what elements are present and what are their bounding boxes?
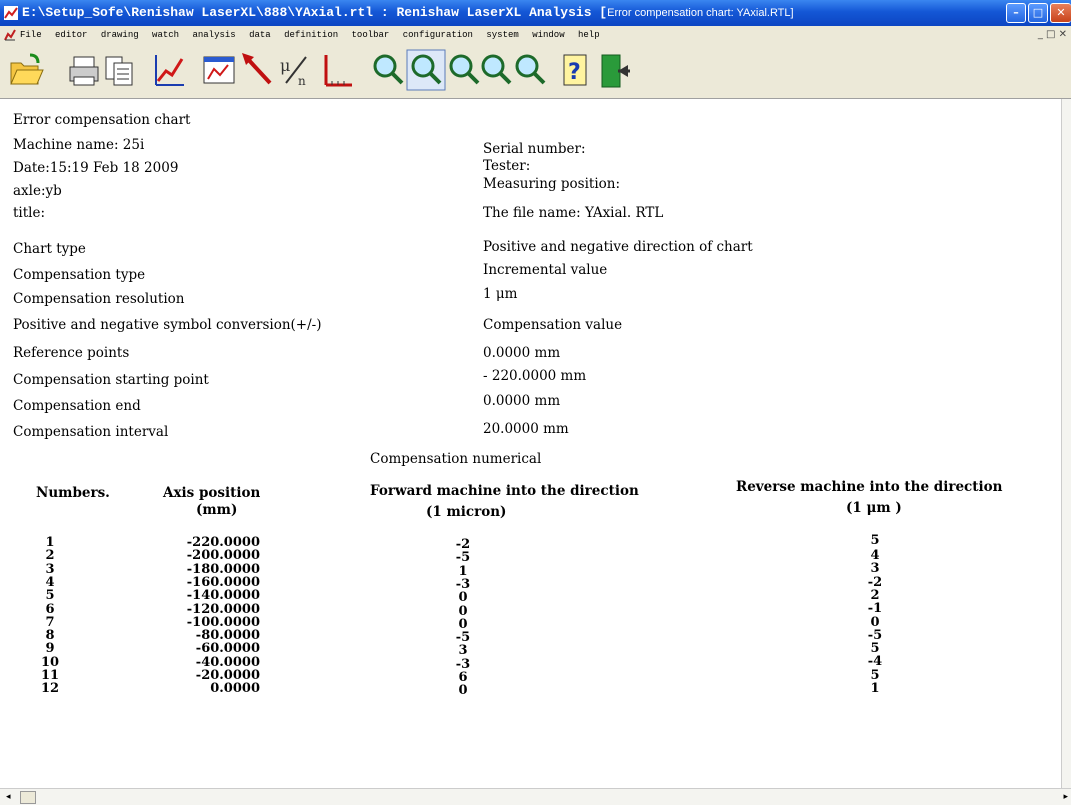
menu-system[interactable]: system — [486, 30, 518, 40]
scroll-thumb[interactable] — [20, 791, 36, 804]
setting-label: Compensation resolution — [13, 291, 185, 307]
maximize-button[interactable]: □ — [1028, 3, 1048, 23]
row-axis-position: 0.0000 — [210, 681, 260, 697]
col-header-axis: Axis position — [163, 485, 261, 501]
axis-ruler-icon[interactable] — [318, 49, 358, 93]
zoom-x1-icon[interactable] — [368, 49, 408, 93]
mu-symbol-icon[interactable]: μn — [276, 49, 316, 93]
menu-data[interactable]: data — [249, 30, 271, 40]
menu-help[interactable]: help — [578, 30, 600, 40]
row-number: 12 — [40, 681, 60, 697]
toolbar: μn ? — [0, 44, 1071, 99]
row-reverse-leading-value: 5 — [870, 533, 880, 548]
svg-text:n: n — [298, 74, 306, 88]
minimize-button[interactable]: – — [1006, 3, 1026, 23]
setting-value: 0.0000 mm — [483, 345, 561, 361]
setting-label: Reference points — [13, 345, 130, 361]
window-title-suffix: Error compensation chart: YAxial.RTL] — [607, 7, 794, 19]
zoom-x2-icon[interactable] — [406, 49, 446, 93]
setting-value: 0.0000 mm — [483, 393, 561, 409]
exit-door-icon[interactable] — [594, 49, 634, 93]
menu-watch[interactable]: watch — [152, 30, 179, 40]
title-bar[interactable]: E:\Setup_Sofe\Renishaw LaserXL\888\YAxia… — [0, 0, 1071, 26]
copy-icon[interactable] — [100, 49, 140, 93]
vertical-scrollbar[interactable] — [1061, 99, 1071, 789]
setting-label: Compensation end — [13, 398, 141, 414]
serial-number: Serial number: — [483, 141, 586, 157]
axle-label: axle:yb — [13, 183, 62, 199]
open-folder-icon[interactable] — [6, 49, 46, 93]
setting-label: Compensation starting point — [13, 372, 209, 388]
col-header-reverse: Reverse machine into the direction — [736, 479, 1003, 495]
menu-bar: File editor drawing watch analysis data … — [0, 26, 1071, 44]
setting-label: Compensation type — [13, 267, 146, 283]
setting-label: Chart type — [13, 241, 86, 257]
menu-analysis[interactable]: analysis — [192, 30, 235, 40]
menu-toolbar[interactable]: toolbar — [352, 30, 390, 40]
menu-file[interactable]: File — [20, 30, 42, 40]
machine-name: Machine name: 25i — [13, 137, 145, 153]
svg-text:?: ? — [568, 60, 581, 85]
file-name: The file name: YAxial. RTL — [483, 205, 664, 221]
window-title: E:\Setup_Sofe\Renishaw LaserXL\888\YAxia… — [22, 5, 794, 20]
setting-value: Incremental value — [483, 262, 608, 278]
app-menu-icon[interactable] — [4, 29, 16, 41]
setting-value: 1 μm — [483, 286, 518, 302]
col-header-forward: Forward machine into the direction — [370, 483, 639, 499]
col-header-reverse-unit: (1 μm ) — [846, 500, 902, 516]
row-reverse-value: 1 — [870, 681, 880, 696]
svg-text:μ: μ — [280, 56, 290, 75]
setting-value: Compensation value — [483, 317, 623, 333]
row-forward-value: 0 — [458, 683, 468, 699]
setting-value: 20.0000 mm — [483, 421, 569, 437]
scroll-right-icon[interactable]: ▸ — [1063, 792, 1068, 802]
line-chart-icon[interactable] — [150, 49, 190, 93]
zoom-x8-icon[interactable] — [510, 49, 550, 93]
menu-editor[interactable]: editor — [55, 30, 87, 40]
col-header-numbers: Numbers. — [36, 485, 110, 501]
measuring-position: Measuring position: — [483, 176, 621, 192]
col-header-forward-unit: (1 micron) — [426, 504, 507, 520]
setting-value: Positive and negative direction of chart — [483, 239, 753, 255]
menu-definition[interactable]: definition — [284, 30, 338, 40]
window-chart-icon[interactable] — [200, 49, 240, 93]
horizontal-scrollbar[interactable]: ◂ ▸ — [0, 788, 1071, 805]
report-document: Error compensation chart Machine name: 2… — [0, 99, 1062, 789]
title-label: title: — [13, 205, 46, 221]
scroll-left-icon[interactable]: ◂ — [6, 792, 11, 802]
menu-configuration[interactable]: configuration — [403, 30, 473, 40]
tester: Tester: — [483, 158, 531, 174]
table-title: Compensation numerical — [370, 451, 542, 467]
menu-drawing[interactable]: drawing — [101, 30, 139, 40]
setting-label: Positive and negative symbol conversion(… — [13, 317, 322, 333]
close-button[interactable]: ✕ — [1050, 3, 1071, 23]
menu-window[interactable]: window — [532, 30, 564, 40]
cursor-arrow-icon[interactable] — [238, 49, 278, 93]
report-heading: Error compensation chart — [13, 112, 191, 128]
app-logo-icon — [4, 6, 18, 20]
mdi-controls[interactable]: _ □ ✕ — [1038, 26, 1067, 44]
setting-label: Compensation interval — [13, 424, 169, 440]
report-date: Date:15:19 Feb 18 2009 — [13, 160, 179, 176]
col-header-axis-unit: (mm) — [196, 502, 238, 518]
help-icon[interactable]: ? — [556, 49, 596, 93]
setting-value: - 220.0000 mm — [483, 368, 587, 384]
